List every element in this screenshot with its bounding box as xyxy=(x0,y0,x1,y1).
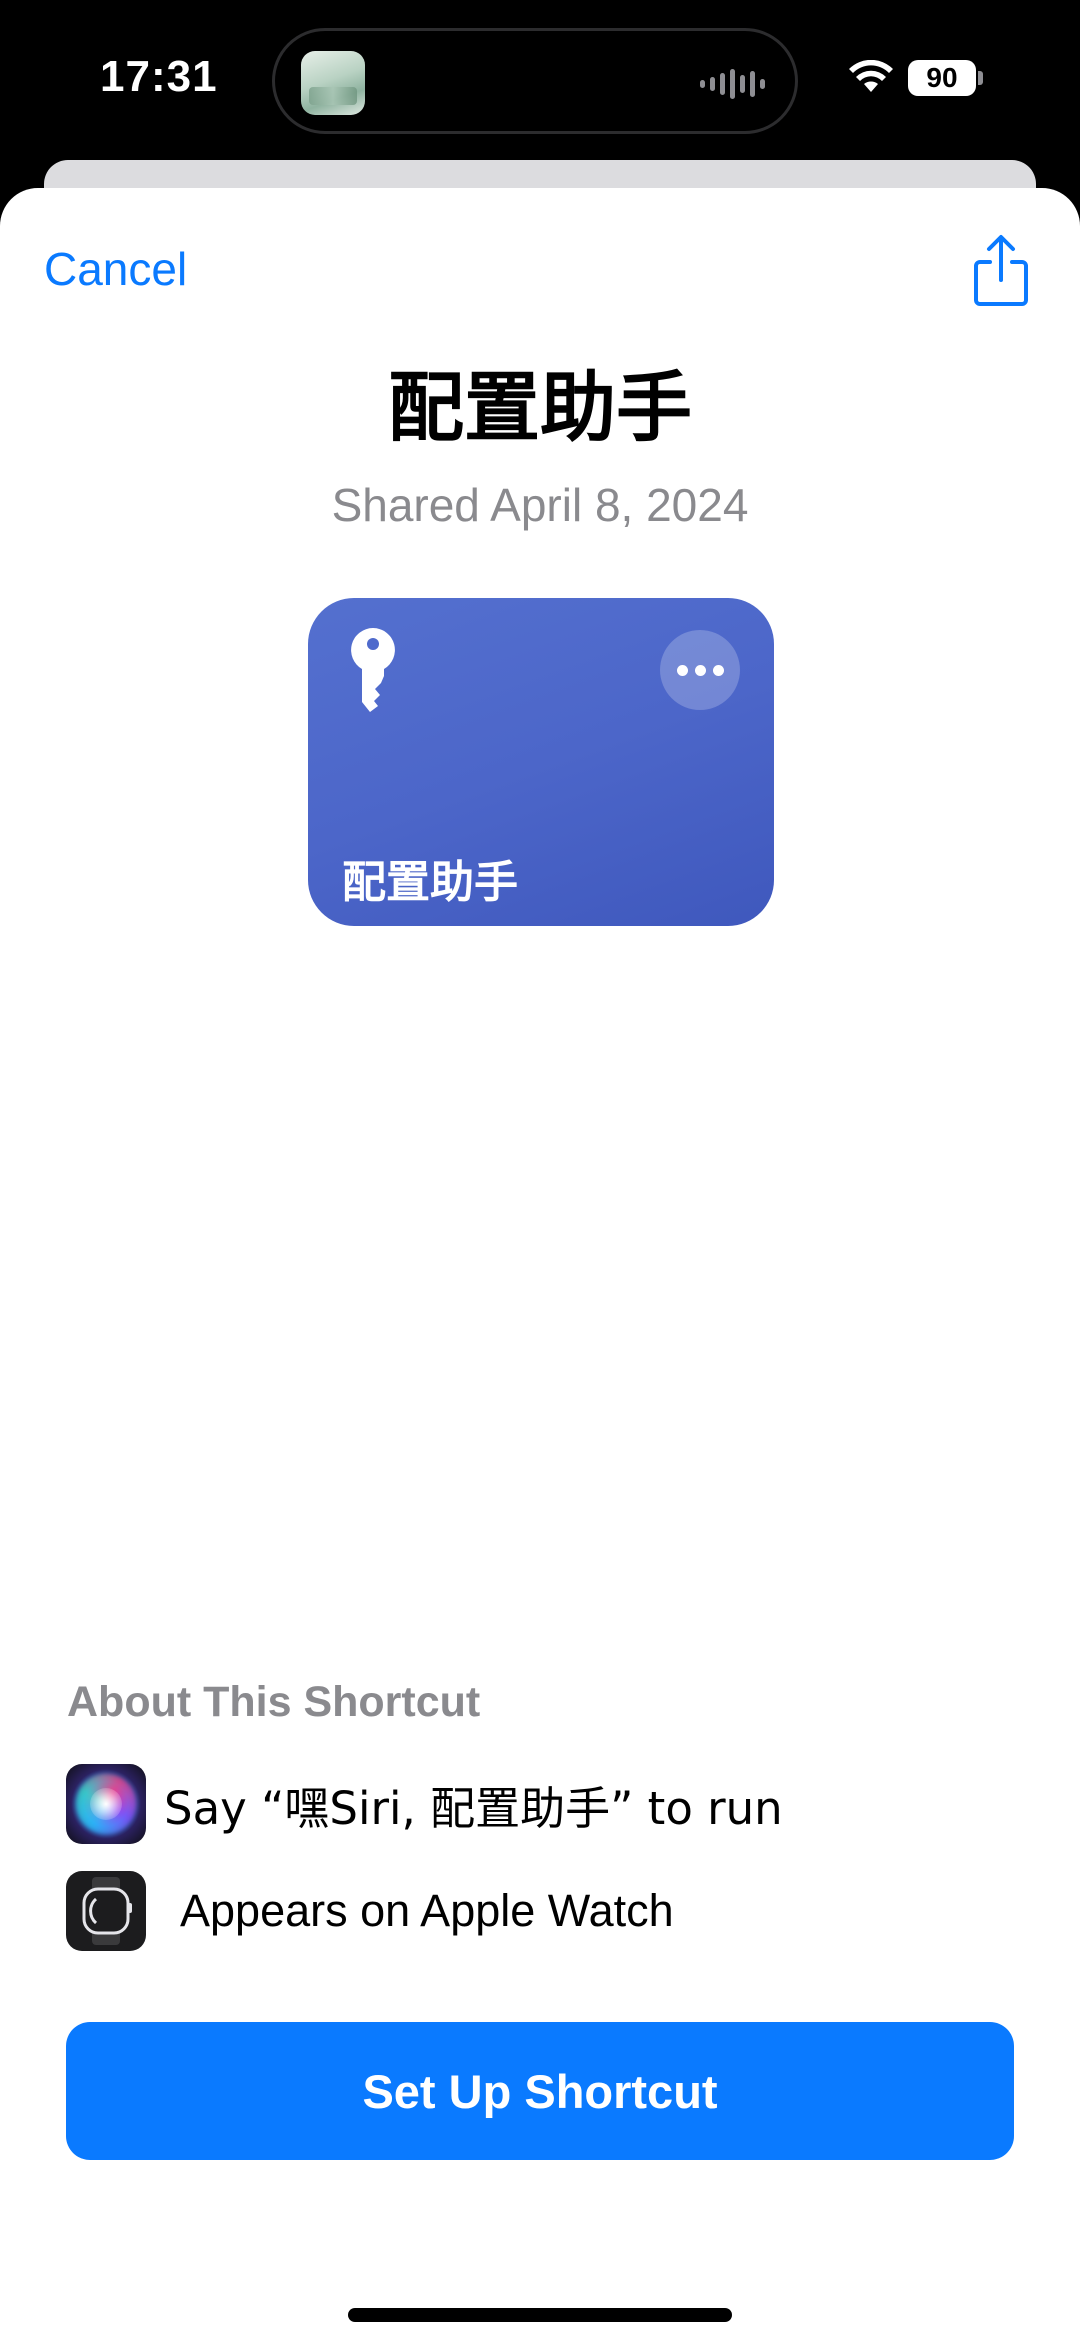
about-item-watch-text: Appears on Apple Watch xyxy=(180,1885,674,1936)
dynamic-island[interactable] xyxy=(272,28,798,134)
shared-date: Shared April 8, 2024 xyxy=(331,479,749,531)
page-title: 配置助手 xyxy=(388,363,692,452)
siri-icon xyxy=(66,1764,146,1844)
about-heading: About This Shortcut xyxy=(67,1678,481,1726)
home-indicator[interactable] xyxy=(348,2308,732,2322)
shortcut-tile[interactable]: 配置助手 xyxy=(308,598,774,926)
battery-indicator: 90 xyxy=(908,60,976,96)
status-bar: 17:31 90 xyxy=(0,0,1080,165)
key-icon xyxy=(351,628,395,712)
battery-nub xyxy=(978,71,983,85)
cancel-button[interactable]: Cancel xyxy=(44,242,187,296)
share-icon[interactable] xyxy=(970,232,1032,308)
shortcut-sheet: Cancel 配置助手 Shared April 8, 2024 配置助手 Ab… xyxy=(0,188,1080,2341)
set-up-shortcut-button[interactable]: Set Up Shortcut xyxy=(66,2022,1014,2160)
shortcut-tile-label: 配置助手 xyxy=(342,857,518,908)
about-item-siri: Say “嘿Siri, 配置助手” to run xyxy=(66,1764,783,1844)
audio-waveform-icon xyxy=(700,69,765,99)
wifi-icon xyxy=(849,60,893,92)
about-item-siri-text: Say “嘿Siri, 配置助手” to run xyxy=(164,1781,783,1835)
apple-watch-icon xyxy=(66,1871,146,1951)
status-time: 17:31 xyxy=(100,52,218,101)
now-playing-artwork xyxy=(301,51,365,115)
more-options-button[interactable] xyxy=(660,630,740,710)
about-item-watch: Appears on Apple Watch xyxy=(66,1871,674,1951)
